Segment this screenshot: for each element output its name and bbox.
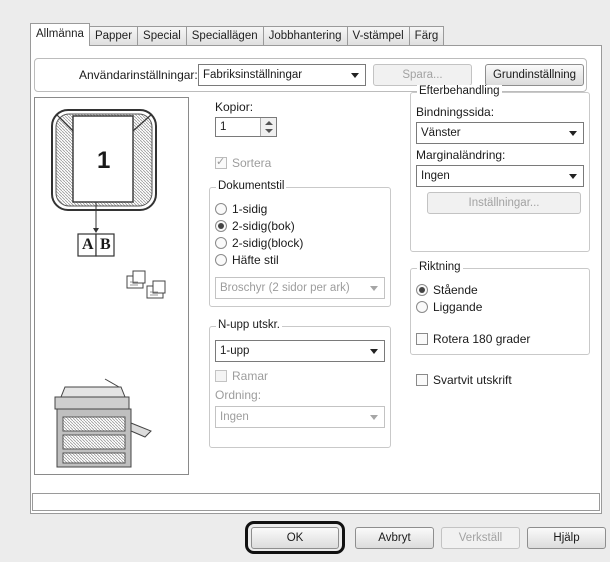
copies-spinner[interactable]: 1 (215, 117, 277, 137)
user-settings-select[interactable]: Fabriksinställningar (198, 64, 366, 86)
page-label-b: B (100, 236, 111, 253)
chevron-down-icon (569, 131, 577, 136)
tab-strip: Allmänna Papper Special Speciallägen Job… (30, 23, 445, 46)
portrait-label: Stående (433, 283, 478, 297)
tab-paper[interactable]: Papper (88, 26, 139, 46)
user-settings-row: Användarinställningar: Fabriksinställnin… (34, 58, 587, 92)
user-settings-label: Användarinställningar: (79, 68, 198, 82)
rotate-180-checkbox[interactable] (416, 333, 428, 345)
booklet-style-radio[interactable] (215, 254, 227, 266)
bw-print-checkbox[interactable] (416, 374, 428, 386)
tab-general[interactable]: Allmänna (30, 23, 90, 46)
margin-select[interactable]: Ingen (416, 165, 584, 187)
spinner-arrows[interactable] (260, 118, 276, 136)
page-number-label: 1 (97, 147, 111, 174)
borders-label: Ramar (232, 369, 269, 383)
landscape-label: Liggande (433, 300, 483, 314)
default-settings-button[interactable]: Grundinställning (485, 64, 584, 86)
borders-checkbox[interactable] (215, 370, 227, 382)
page-label-a: A (82, 236, 94, 253)
tab-special[interactable]: Special (137, 26, 187, 46)
one-sided-radio[interactable] (215, 203, 227, 215)
tab-color[interactable]: Färg (408, 26, 445, 46)
apply-button[interactable]: Verkställ (441, 527, 520, 549)
copies-value: 1 (220, 121, 227, 133)
collate-checkbox[interactable] (215, 155, 227, 169)
booklet-icon (126, 270, 166, 299)
cancel-button[interactable]: Avbryt (355, 527, 434, 549)
preview-graphics (51, 109, 166, 468)
chevron-down-icon (351, 73, 359, 78)
tab-watermark[interactable]: V-stämpel (346, 26, 410, 46)
order-value: Ingen (220, 411, 249, 423)
two-sided-book-radio[interactable] (215, 220, 227, 232)
binding-value: Vänster (421, 127, 461, 139)
chevron-down-icon (370, 286, 378, 291)
general-tab-panel: Användarinställningar: Fabriksinställnin… (30, 45, 602, 514)
chevron-down-icon (569, 174, 577, 179)
collate-label: Sortera (232, 156, 272, 170)
tab-special-modes[interactable]: Speciallägen (185, 26, 264, 46)
two-sided-book-label: 2-sidig(bok) (232, 219, 295, 233)
status-bar (32, 493, 600, 511)
binding-select[interactable]: Vänster (416, 122, 584, 144)
chevron-up-icon (265, 121, 273, 125)
copies-label: Kopior: (215, 100, 254, 114)
binding-label: Bindningssida: (416, 105, 495, 119)
chevron-down-icon (370, 349, 378, 354)
order-label: Ordning: (215, 388, 262, 402)
chevron-down-icon (370, 415, 378, 420)
one-sided-label: 1-sidig (232, 202, 268, 216)
bw-print-label: Svartvit utskrift (433, 373, 512, 387)
booklet-style-label: Häfte stil (232, 253, 279, 267)
chevron-down-icon (265, 129, 273, 133)
margin-value: Ingen (421, 170, 450, 182)
nup-value: 1-upp (220, 345, 250, 357)
order-select[interactable]: Ingen (215, 406, 385, 428)
ok-button[interactable]: OK (251, 527, 339, 549)
margin-label: Marginaländring: (416, 148, 506, 162)
print-settings-dialog: Allmänna Papper Special Speciallägen Job… (0, 0, 610, 562)
document-style-title: Dokumentstil (216, 180, 287, 192)
portrait-radio[interactable] (416, 284, 428, 296)
booklet-type-select[interactable]: Broschyr (2 sidor per ark) (215, 277, 385, 299)
user-settings-value: Fabriksinställningar (203, 69, 303, 81)
tab-job-handling[interactable]: Jobbhantering (262, 26, 348, 46)
landscape-radio[interactable] (416, 301, 428, 313)
printer-icon (54, 378, 152, 468)
rotate-180-label: Rotera 180 grader (433, 332, 531, 346)
finishing-title: Efterbehandling (417, 85, 502, 97)
booklet-type-value: Broschyr (2 sidor per ark) (220, 282, 350, 294)
two-sided-tablet-label: 2-sidig(block) (232, 236, 304, 250)
finishing-settings-button[interactable]: Inställningar... (427, 192, 581, 214)
nup-select[interactable]: 1-upp (215, 340, 385, 362)
help-button[interactable]: Hjälp (527, 527, 606, 549)
nup-title: N-upp utskr. (216, 319, 282, 331)
print-preview-panel: 1 A B (34, 97, 189, 475)
save-settings-button[interactable]: Spara... (373, 64, 472, 86)
orientation-title: Riktning (417, 261, 463, 273)
two-sided-tablet-radio[interactable] (215, 237, 227, 249)
